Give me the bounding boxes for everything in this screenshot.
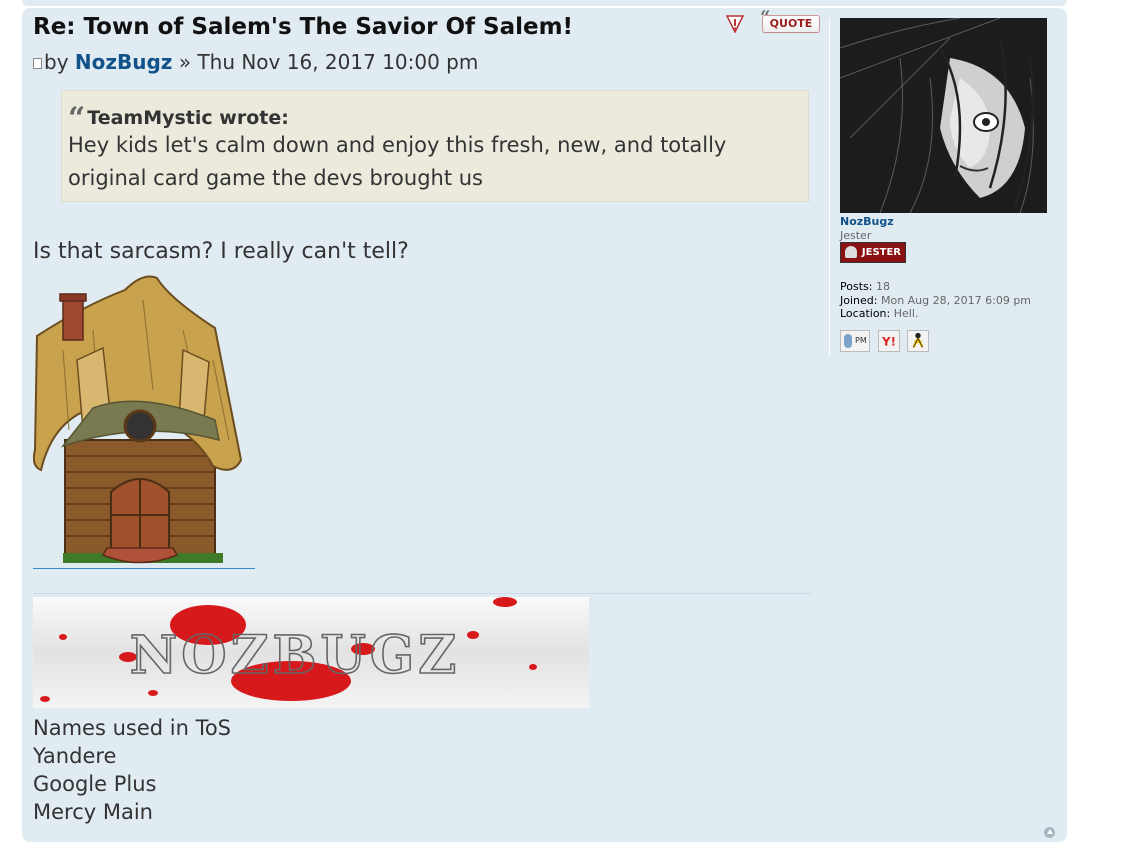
stat-key: Joined: xyxy=(840,293,878,307)
profile-username[interactable]: NozBugz xyxy=(840,215,894,228)
quote-button-label: QUOTE xyxy=(769,17,813,30)
blockquote: “TeamMystic wrote: Hey kids let's calm d… xyxy=(61,90,809,202)
avatar[interactable] xyxy=(840,18,1047,213)
post-title[interactable]: Re: Town of Salem's The Savior Of Salem! xyxy=(33,14,573,40)
post-date: Thu Nov 16, 2017 10:00 pm xyxy=(197,50,479,74)
by-prefix: by xyxy=(44,50,69,74)
forum-post: Re: Town of Salem's The Savior Of Salem!… xyxy=(22,8,1067,842)
previous-post-edge xyxy=(22,0,1067,6)
person-icon xyxy=(844,334,852,348)
signature-banner: NOZBUGZ xyxy=(33,597,589,708)
yahoo-icon[interactable]: Y! xyxy=(878,330,900,352)
back-to-top-icon[interactable] xyxy=(1044,827,1055,838)
ghost-icon xyxy=(845,246,857,258)
rank-badge: JESTER xyxy=(840,242,906,263)
quote-cite-text: TeamMystic wrote: xyxy=(87,107,289,129)
post-actions: “ QUOTE xyxy=(714,9,822,36)
report-icon[interactable] xyxy=(725,15,745,33)
signature-line: Names used in ToS xyxy=(33,716,232,740)
profile-rank: Jester xyxy=(840,229,872,242)
banner-lettering: NOZBUGZ xyxy=(130,625,460,686)
aim-icon[interactable] xyxy=(907,330,929,352)
signature-separator xyxy=(33,593,811,594)
pm-label: PM xyxy=(855,336,867,345)
svg-text:Y!: Y! xyxy=(881,335,896,349)
stat-value: Hell. xyxy=(893,307,919,320)
quote-text: Hey kids let's calm down and enjoy this … xyxy=(68,133,727,190)
stat-value[interactable]: 18 xyxy=(876,280,890,293)
post-author-line: by NozBugz » Thu Nov 16, 2017 10:00 pm xyxy=(33,50,478,74)
date-separator: » xyxy=(178,50,192,74)
signature-lines: Names used in ToS Yandere Google Plus Me… xyxy=(33,714,231,826)
quote-icon: “ xyxy=(760,7,771,28)
stat-key: Location: xyxy=(840,307,891,320)
stat-key: Posts: xyxy=(840,280,873,293)
profile-stats: Posts: 18 Joined: Mon Aug 28, 2017 6:09 … xyxy=(840,280,1031,321)
image-link-underline xyxy=(33,568,255,569)
pm-icon[interactable]: PM xyxy=(840,330,870,352)
author-link[interactable]: NozBugz xyxy=(75,50,173,74)
signature-line: Google Plus xyxy=(33,772,157,796)
quote-button[interactable]: “ QUOTE xyxy=(760,9,820,33)
stat-value: Mon Aug 28, 2017 6:09 pm xyxy=(880,293,1032,307)
post-text: Is that sarcasm? I really can't tell? xyxy=(33,239,409,264)
post-icon[interactable] xyxy=(33,58,42,69)
signature-line: Yandere xyxy=(33,744,117,768)
stat-joined: Joined: Mon Aug 28, 2017 6:09 pm xyxy=(840,294,1031,308)
house-image[interactable] xyxy=(33,270,255,570)
profile-separator xyxy=(829,18,830,356)
rank-badge-label: JESTER xyxy=(861,247,901,258)
signature-line: Mercy Main xyxy=(33,800,153,824)
stat-location: Location: Hell. xyxy=(840,307,1031,321)
stat-posts: Posts: 18 xyxy=(840,280,1031,294)
